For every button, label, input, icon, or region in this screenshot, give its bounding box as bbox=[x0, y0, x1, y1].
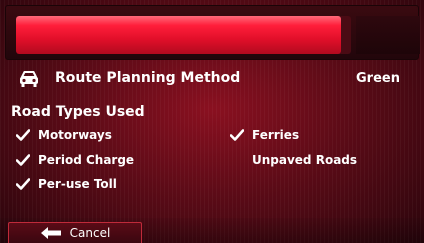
checkmark-icon bbox=[230, 129, 244, 141]
route-planning-method-row[interactable]: Route Planning Method Green bbox=[0, 66, 424, 92]
option-per-use-toll[interactable]: Per-use Toll bbox=[16, 175, 117, 193]
route-planning-method-label: Route Planning Method bbox=[55, 70, 241, 86]
option-period-charge[interactable]: Period Charge bbox=[16, 151, 134, 169]
route-bar-panel bbox=[5, 5, 420, 60]
checkmark-icon bbox=[16, 129, 30, 141]
option-motorways[interactable]: Motorways bbox=[16, 126, 112, 144]
unchecked-placeholder bbox=[230, 154, 244, 166]
option-label: Unpaved Roads bbox=[252, 153, 358, 167]
option-label: Per-use Toll bbox=[38, 177, 117, 191]
route-planning-method-value: Green bbox=[356, 71, 400, 86]
road-types-title: Road Types Used bbox=[11, 104, 145, 120]
option-label: Motorways bbox=[38, 128, 112, 142]
route-progress-fill bbox=[16, 16, 341, 54]
route-bar-end-segment bbox=[356, 16, 420, 54]
option-ferries[interactable]: Ferries bbox=[230, 126, 299, 144]
car-icon bbox=[20, 71, 38, 87]
cancel-button[interactable]: Cancel bbox=[8, 222, 142, 243]
back-arrow-icon bbox=[40, 227, 61, 239]
route-progress-bar bbox=[16, 16, 351, 54]
checkmark-icon bbox=[16, 154, 30, 166]
option-label: Period Charge bbox=[38, 153, 135, 167]
cancel-label: Cancel bbox=[69, 226, 111, 240]
option-label: Ferries bbox=[252, 128, 300, 142]
checkmark-icon bbox=[16, 178, 30, 190]
option-unpaved-roads[interactable]: Unpaved Roads bbox=[230, 151, 357, 169]
